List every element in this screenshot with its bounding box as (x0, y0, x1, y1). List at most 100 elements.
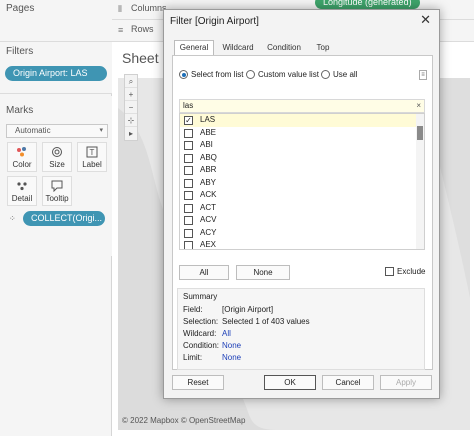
checkbox[interactable] (184, 128, 193, 138)
detail-small-icon: ⁘ (9, 214, 16, 223)
left-panel: Pages Filters Origin Airport: LAS Marks … (0, 0, 112, 436)
color-label: Color (12, 160, 32, 169)
tab-wildcard[interactable]: Wildcard (218, 40, 258, 55)
list-item[interactable]: ABQ (180, 152, 424, 165)
pages-title: Pages (6, 3, 35, 14)
marks-title: Marks (6, 105, 34, 116)
checkbox[interactable] (184, 216, 193, 225)
checkbox[interactable] (184, 191, 193, 200)
list-options-icon[interactable]: ≡ (419, 70, 427, 80)
list-item-label: ABR (200, 165, 217, 174)
checkbox[interactable] (184, 141, 193, 150)
checkbox[interactable]: ✓ (184, 116, 193, 125)
summary-box: Summary Field: [Origin Airport] Selection… (177, 288, 425, 370)
sheet-title: Sheet (122, 50, 159, 66)
tooltip-button[interactable]: Tooltip (42, 176, 72, 206)
tab-general[interactable]: General (174, 40, 214, 56)
reset-button[interactable]: Reset (172, 375, 224, 390)
none-button[interactable]: None (236, 265, 290, 280)
svg-text:T: T (90, 148, 95, 157)
detail-label: Detail (11, 194, 33, 203)
search-input[interactable]: las × (179, 99, 425, 113)
checkbox[interactable] (184, 153, 193, 163)
tab-top[interactable]: Top (310, 40, 336, 55)
list-item[interactable]: ACY (180, 227, 424, 240)
columns-icon: ⦀ (118, 4, 122, 14)
radio-select-from-list[interactable]: Select from list (179, 70, 243, 79)
rows-icon: ≡ (118, 25, 124, 35)
pin-icon[interactable]: ⊹ (125, 114, 137, 127)
close-icon[interactable]: ✕ (420, 12, 431, 28)
radio-button (179, 70, 188, 79)
size-button[interactable]: Size (42, 142, 72, 172)
radio-button (321, 70, 330, 79)
zoom-in-icon[interactable]: + (125, 88, 137, 101)
radio-custom-value-list[interactable]: Custom value list (246, 70, 319, 79)
list-item[interactable]: AEX (180, 239, 424, 249)
exclude-label: Exclude (397, 267, 426, 276)
clear-search-icon[interactable]: × (416, 100, 421, 112)
summary-condition-link[interactable]: None (222, 341, 241, 350)
ok-button[interactable]: OK (264, 375, 316, 390)
apply-button[interactable]: Apply (380, 375, 432, 390)
play-icon[interactable]: ▸ (125, 127, 137, 140)
filter-dialog: Filter [Origin Airport] ✕ General Wildca… (163, 9, 440, 399)
checkbox[interactable] (385, 267, 394, 276)
label-button[interactable]: T Label (77, 142, 107, 172)
summary-key: Condition: (183, 341, 220, 350)
value-list[interactable]: ✓ LAS ABE ABI ABQ ABR ABY ACK ACT ACV ACY… (179, 113, 425, 250)
list-item[interactable]: ACT (180, 202, 424, 215)
zoom-out-icon[interactable]: − (125, 101, 137, 114)
label-label: Label (82, 160, 102, 169)
summary-condition-row: Condition: None (183, 341, 241, 350)
all-button[interactable]: All (179, 265, 229, 280)
list-item-label: ABI (200, 140, 213, 149)
list-item-label: ABE (200, 127, 217, 137)
detail-button[interactable]: Detail (7, 176, 37, 206)
summary-selection-row: Selection: Selected 1 of 403 values (183, 317, 310, 326)
filter-pill-origin-airport[interactable]: Origin Airport: LAS (5, 66, 107, 81)
summary-value: Selected 1 of 403 values (222, 317, 310, 326)
exclude-checkbox[interactable]: Exclude (385, 267, 425, 276)
list-item[interactable]: ACK (180, 189, 424, 202)
list-item[interactable]: ✓ LAS (180, 114, 424, 127)
list-item[interactable]: ABR (180, 164, 424, 177)
scrollbar-thumb[interactable] (417, 126, 423, 140)
radio-use-all[interactable]: Use all (321, 70, 357, 79)
list-item[interactable]: ABY (180, 177, 424, 190)
summary-wildcard-link[interactable]: All (222, 329, 231, 338)
list-item-label: ABQ (200, 152, 217, 162)
mark-type-value: Automatic (15, 126, 51, 135)
mark-type-select[interactable]: Automatic ▾ (6, 124, 108, 138)
size-icon (43, 146, 71, 160)
cancel-button[interactable]: Cancel (322, 375, 374, 390)
color-button[interactable]: Color (7, 142, 37, 172)
checkbox[interactable] (184, 178, 193, 188)
map-search-icon[interactable]: ⌕ (125, 75, 137, 88)
rows-label: Rows (131, 24, 154, 34)
columns-pill-longitude[interactable]: Longitude (generated) (315, 0, 420, 9)
checkbox[interactable] (184, 228, 193, 238)
general-panel: Select from list Custom value list Use a… (172, 55, 433, 370)
tab-condition[interactable]: Condition (262, 40, 306, 55)
checkbox[interactable] (184, 203, 193, 213)
summary-field-row: Field: [Origin Airport] (183, 305, 273, 314)
list-item-label: AEX (200, 240, 217, 249)
summary-key: Field: (183, 305, 203, 314)
summary-key: Wildcard: (183, 329, 217, 338)
checkbox[interactable] (184, 241, 193, 249)
list-scrollbar[interactable] (416, 114, 424, 249)
color-dots-icon (8, 146, 36, 160)
list-item[interactable]: ACV (180, 214, 424, 227)
radio-button (246, 70, 255, 79)
list-item[interactable]: ABI (180, 139, 424, 152)
checkbox[interactable] (184, 166, 193, 175)
marks-collect-pill[interactable]: COLLECT(Origi... (23, 211, 105, 226)
summary-limit-link[interactable]: None (222, 353, 241, 362)
list-item-label: ABY (200, 177, 217, 187)
filters-card: Filters Origin Airport: LAS (0, 42, 112, 94)
tooltip-label: Tooltip (45, 194, 69, 203)
summary-key: Limit: (183, 353, 203, 362)
list-item[interactable]: ABE (180, 127, 424, 140)
detail-icon (8, 180, 36, 194)
